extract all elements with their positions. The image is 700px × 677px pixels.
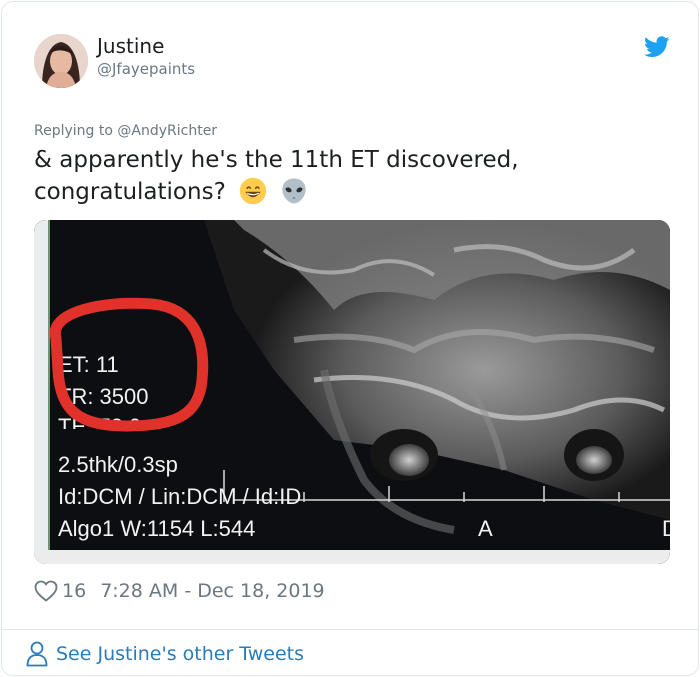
tweet-timestamp[interactable]: 7:28 AM - Dec 18, 2019 [100,580,324,602]
tweet-text: & apparently he's the 11th ET discovered… [34,144,654,208]
mri-scan-image: ET: 11 TR: 3500 TE: 72.0 2.5thk/0.3sp Id… [34,220,670,564]
tweet-text-line-1: & apparently he's the 11th ET discovered… [34,147,519,173]
mri-overlay-line: Id:DCM / Lin:DCM / Id:ID [58,484,301,509]
alien-emoji-icon [282,178,307,204]
see-other-tweets-link[interactable]: See Justine's other Tweets [26,640,304,668]
see-other-tweets-label[interactable]: See Justine's other Tweets [56,643,304,665]
reply-mention-link[interactable]: @AndyRichter [117,123,217,139]
mri-overlay-line: Algo1 W:1154 L:544 [58,516,255,541]
person-icon [26,641,48,667]
tweet-text-line-2: congratulations? [34,176,654,208]
heart-icon[interactable] [34,580,58,602]
mri-marker-a: A [478,516,493,541]
mri-overlay-line: ET: 11 [58,352,119,377]
like-count[interactable]: 16 [62,580,86,602]
mri-marker-edge: D [662,516,670,541]
grinning-face-emoji-icon [239,177,267,205]
author-handle[interactable]: @Jfayepaints [97,60,195,78]
mri-overlay-line: 2.5thk/0.3sp [58,452,178,477]
tweet-text-line-2-words: congratulations? [34,179,226,205]
avatar[interactable] [34,34,88,88]
divider [2,629,698,630]
author-name[interactable]: Justine [97,34,164,58]
tweet-photo[interactable]: ET: 11 TR: 3500 TE: 72.0 2.5thk/0.3sp Id… [34,220,670,564]
reply-prefix: Replying to [34,123,118,139]
tweet-meta: 16 7:28 AM - Dec 18, 2019 [34,578,325,604]
twitter-bird-icon[interactable] [644,36,670,58]
reply-context: Replying to @AndyRichter [34,123,217,139]
avatar-image [34,34,88,88]
tweet-card: Justine @Jfayepaints Replying to @AndyRi… [1,1,699,676]
